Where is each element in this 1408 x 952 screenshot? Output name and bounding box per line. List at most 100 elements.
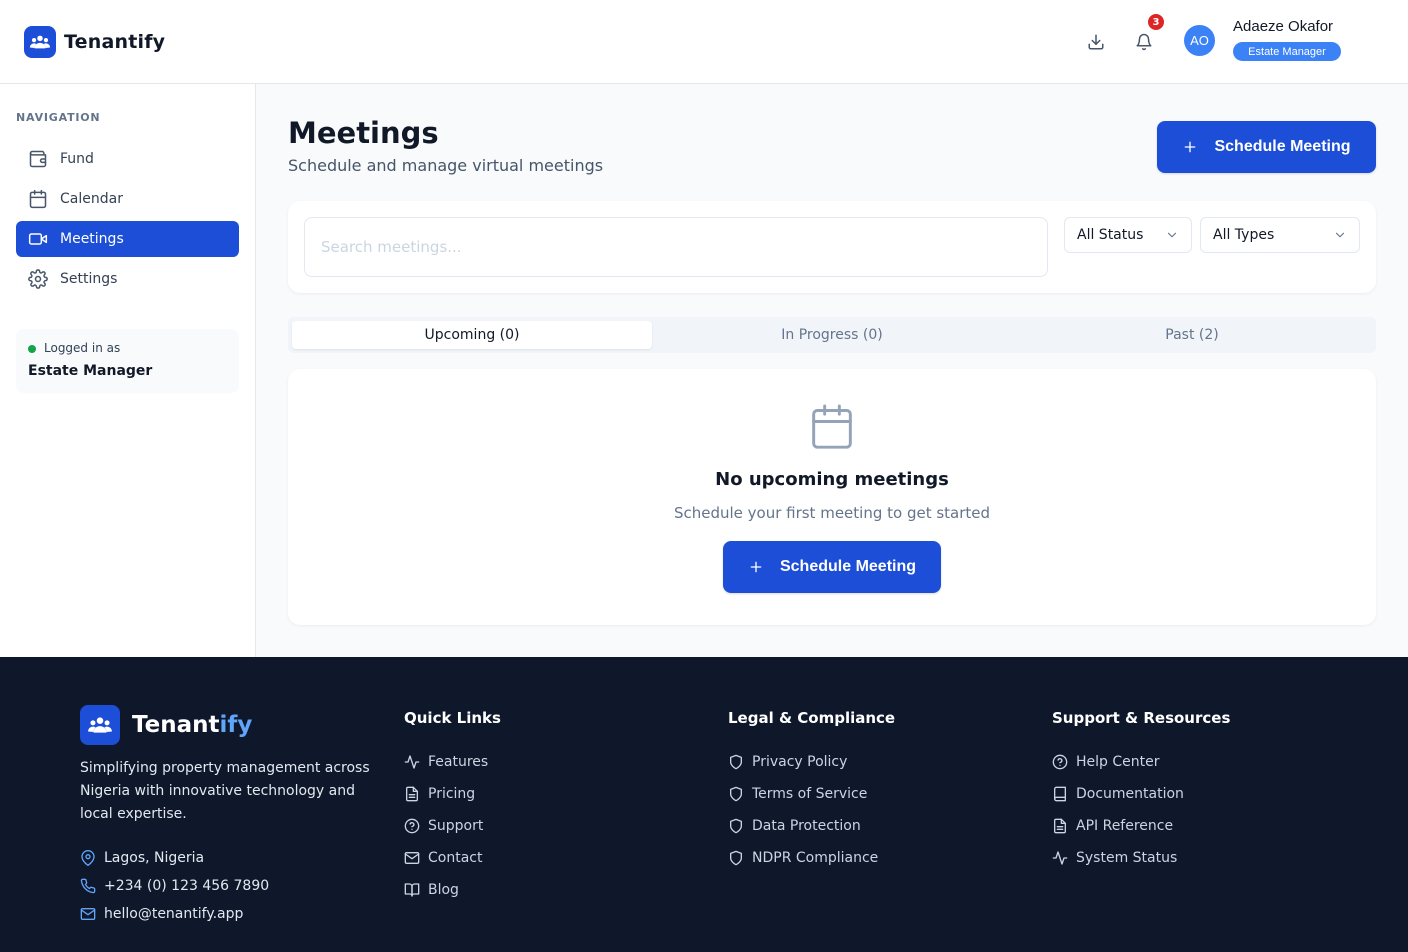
footer-link-terms[interactable]: Terms of Service: [728, 786, 867, 802]
footer-link-api-reference[interactable]: API Reference: [1052, 818, 1173, 834]
shield-icon: [730, 850, 742, 866]
brand[interactable]: Tenantify: [24, 26, 165, 58]
brand-name: Tenantify: [64, 31, 166, 53]
footer-link-label: Support: [428, 818, 484, 834]
page-subtitle: Schedule and manage virtual meetings: [288, 156, 604, 175]
footer-contact-text: hello@tenantify.app: [104, 906, 244, 922]
video-icon: [28, 233, 48, 245]
empty-schedule-meeting-button[interactable]: Schedule Meeting: [723, 541, 941, 593]
footer-link-contact[interactable]: Contact: [404, 850, 482, 866]
tab-in-progress[interactable]: In Progress (0): [652, 321, 1012, 349]
footer-col-title-quick-links: Quick Links: [404, 709, 501, 727]
activity-icon: [404, 755, 420, 769]
footer-brand-name: Tenantify: [132, 712, 252, 738]
status-filter-value: All Status: [1077, 227, 1144, 243]
footer-brand-suffix: ify: [219, 712, 253, 738]
footer-link-label: Pricing: [428, 786, 476, 802]
type-filter-select[interactable]: All Types: [1200, 217, 1360, 253]
footer-link-label: Documentation: [1076, 786, 1184, 802]
phone-icon: [80, 878, 96, 894]
empty-state-card: No upcoming meetings Schedule your first…: [288, 369, 1376, 625]
empty-schedule-meeting-label: Schedule Meeting: [779, 558, 917, 575]
footer-link-label: Contact: [428, 850, 483, 866]
sidebar-item-label: Settings: [60, 271, 118, 287]
sidebar-item-fund[interactable]: Fund: [16, 141, 239, 177]
map-pin-icon: [81, 850, 95, 866]
gear-icon: [28, 269, 48, 289]
mail-icon: [80, 908, 96, 920]
mail-icon: [404, 852, 420, 864]
plus-icon: [750, 561, 762, 573]
book-open-icon: [404, 883, 420, 897]
footer-contact-location: Lagos, Nigeria: [80, 850, 204, 866]
page-title: Meetings: [288, 116, 439, 150]
footer-link-privacy-policy[interactable]: Privacy Policy: [728, 754, 847, 770]
file-text-icon: [406, 786, 418, 802]
footer-link-help-center[interactable]: Help Center: [1052, 754, 1160, 770]
shield-icon: [730, 786, 742, 802]
shield-icon: [730, 754, 742, 770]
schedule-meeting-label: Schedule Meeting: [1214, 138, 1351, 155]
footer-link-system-status[interactable]: System Status: [1052, 850, 1177, 866]
tab-upcoming[interactable]: Upcoming (0): [292, 321, 652, 349]
footer-link-label: API Reference: [1076, 818, 1174, 834]
sidebar: NAVIGATION Fund Calendar Meetings Settin…: [0, 84, 256, 657]
sidebar-item-meetings[interactable]: Meetings: [16, 221, 239, 257]
footer-brand[interactable]: Tenantify: [80, 705, 252, 745]
footer-contact-phone[interactable]: +234 (0) 123 456 7890: [80, 878, 269, 894]
sidebar-item-label: Fund: [60, 151, 94, 167]
footer-brand-prefix: Tenant: [132, 712, 220, 738]
logged-in-card: Logged in as Estate Manager: [16, 329, 239, 393]
footer-link-blog[interactable]: Blog: [404, 882, 459, 898]
footer-link-label: System Status: [1076, 850, 1178, 866]
footer-link-data-protection[interactable]: Data Protection: [728, 818, 861, 834]
logo-icon: [80, 705, 120, 745]
footer-link-label: Data Protection: [752, 818, 861, 834]
help-circle-icon: [404, 818, 420, 834]
footer-link-label: Features: [428, 754, 489, 770]
bell-icon[interactable]: [1132, 30, 1156, 54]
footer-link-pricing[interactable]: Pricing: [404, 786, 475, 802]
top-header: Tenantify 3 AO Adaeze Okafor Estate Mana…: [0, 0, 1408, 84]
type-filter-value: All Types: [1213, 227, 1275, 243]
logged-in-label: Logged in as: [44, 341, 121, 355]
sidebar-item-label: Calendar: [60, 191, 123, 207]
footer-link-label: NDPR Compliance: [752, 850, 879, 866]
plus-icon: [1185, 141, 1196, 153]
download-icon[interactable]: [1084, 30, 1108, 54]
footer-link-label: Blog: [428, 882, 459, 898]
avatar[interactable]: AO: [1184, 25, 1215, 56]
footer-link-label: Privacy Policy: [752, 754, 848, 770]
sidebar-item-calendar[interactable]: Calendar: [16, 181, 239, 217]
activity-icon: [1052, 851, 1068, 865]
calendar-icon: [29, 189, 47, 209]
footer: Tenantify Simplifying property managemen…: [0, 657, 1408, 952]
sidebar-item-settings[interactable]: Settings: [16, 261, 239, 297]
empty-state-subtitle: Schedule your first meeting to get start…: [673, 504, 991, 522]
footer-description: Simplifying property management across N…: [80, 760, 370, 822]
status-filter-select[interactable]: All Status: [1064, 217, 1192, 253]
chevron-down-icon: [1335, 232, 1345, 238]
footer-link-features[interactable]: Features: [404, 754, 488, 770]
nav-heading: NAVIGATION: [16, 111, 101, 124]
footer-contact-email[interactable]: hello@tenantify.app: [80, 906, 243, 922]
meeting-tabs: Upcoming (0) In Progress (0) Past (2): [288, 317, 1376, 353]
footer-link-support[interactable]: Support: [404, 818, 483, 834]
footer-contact-text: Lagos, Nigeria: [104, 850, 205, 866]
help-circle-icon: [1052, 754, 1068, 770]
wallet-icon: [29, 150, 47, 168]
search-input[interactable]: [304, 217, 1048, 277]
footer-link-label: Terms of Service: [752, 786, 868, 802]
user-name: Adaeze Okafor: [1233, 18, 1334, 35]
tab-past[interactable]: Past (2): [1012, 321, 1372, 349]
logged-in-role: Estate Manager: [28, 363, 153, 379]
file-text-icon: [1054, 818, 1066, 834]
book-icon: [1054, 786, 1066, 802]
footer-col-title-support: Support & Resources: [1052, 709, 1231, 727]
footer-link-documentation[interactable]: Documentation: [1052, 786, 1184, 802]
sidebar-item-label: Meetings: [60, 231, 124, 247]
footer-col-title-legal: Legal & Compliance: [728, 709, 896, 727]
footer-link-ndpr[interactable]: NDPR Compliance: [728, 850, 878, 866]
online-status-dot: [28, 345, 36, 353]
schedule-meeting-button[interactable]: Schedule Meeting: [1157, 121, 1376, 173]
